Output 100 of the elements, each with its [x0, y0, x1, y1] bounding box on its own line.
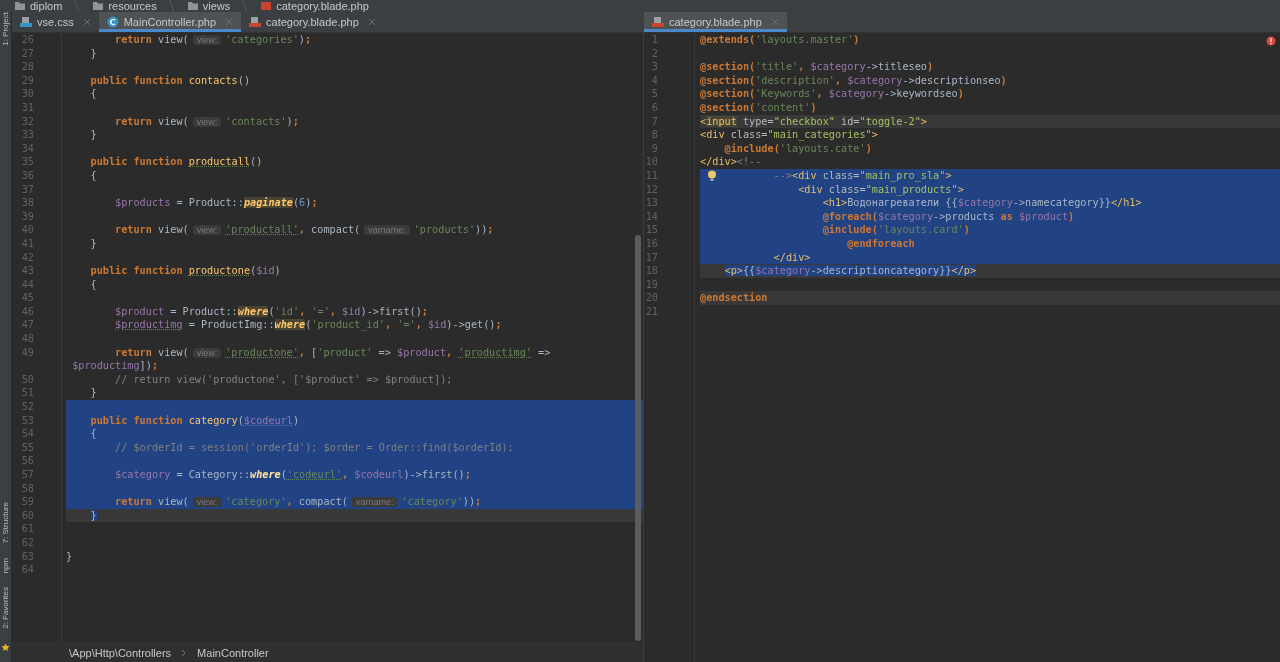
line-number: 12: [644, 182, 658, 197]
breadcrumb-item[interactable]: MainController: [197, 646, 269, 659]
file-icon: [260, 1, 273, 11]
code-line: public function productone($id): [90, 265, 281, 277]
line-number: 32: [20, 114, 34, 129]
code-line: @endsection: [700, 292, 768, 304]
code-line: <h1>Водонагреватели {{$category->namecategory}}</h1>: [822, 197, 1142, 209]
line-number: 28: [20, 60, 34, 74]
line-number: 53: [20, 413, 34, 428]
tool-window-tab[interactable]: npm: [1, 557, 10, 574]
line-number: 64: [20, 563, 34, 577]
code-line: $product = Product::where('id', '=', $id)->first();: [115, 305, 428, 317]
line-number: 3: [650, 60, 658, 74]
line-number: 40: [20, 223, 34, 237]
breadcrumb-item[interactable]: category.blade.php: [276, 0, 369, 12]
lightbulb-icon[interactable]: [707, 170, 717, 182]
line-number: 21: [644, 304, 658, 319]
code-line: @extends('layouts.master'): [700, 34, 860, 45]
line-number: 48: [20, 332, 34, 346]
code-line: public function category($codeurl): [90, 414, 300, 426]
code-line: @section('title', $category->titleseo): [700, 61, 934, 73]
breadcrumb-item[interactable]: resources: [108, 0, 157, 12]
line-number: 26: [20, 33, 34, 47]
code-line: }: [90, 129, 97, 141]
code-line: --><div class="main_pro_sla">: [773, 169, 952, 181]
separator-icon: [242, 0, 249, 12]
file-icon: [652, 16, 664, 28]
scrollbar[interactable]: [635, 235, 641, 641]
code-line: {: [90, 88, 97, 100]
editor-tab[interactable]: MainController.php: [98, 12, 242, 32]
breadcrumb-item[interactable]: diplom: [30, 0, 63, 12]
line-number: 43: [20, 264, 34, 278]
code-line: $category = Category::where('codeurl', $codeurl)->first();: [115, 469, 471, 480]
code-line: public function productall(): [90, 156, 263, 168]
separator-icon: [168, 0, 175, 12]
editor-tab[interactable]: vse.css: [12, 12, 99, 32]
close-icon[interactable]: [770, 18, 779, 26]
code-line: {: [90, 428, 97, 440]
code-line: </div>: [773, 251, 811, 263]
code-line: public function contacts(): [90, 74, 251, 86]
line-number: 58: [20, 481, 34, 496]
line-number: 18: [644, 264, 658, 278]
line-number: 50: [20, 372, 34, 387]
code-line: @section('description', $category->descriptionseo): [700, 74, 1007, 86]
line-number: 2: [650, 46, 658, 61]
code-line: // $orderId = session('orderId'); $order = Order::find($orderId);: [115, 441, 514, 453]
breadcrumb-item[interactable]: views: [202, 0, 231, 12]
close-icon[interactable]: [82, 18, 91, 26]
line-number: 52: [20, 400, 34, 414]
line-number: 35: [20, 155, 34, 169]
line-number: 13: [644, 196, 658, 210]
line-number: 44: [20, 277, 34, 292]
code-line: </div><!--: [700, 156, 762, 168]
line-number: 49: [20, 345, 34, 360]
line-number: 4: [650, 73, 658, 88]
editor-tab[interactable]: category.blade.php: [644, 12, 787, 32]
code-line: }: [90, 47, 97, 59]
line-number: 19: [644, 277, 658, 292]
class-icon: [106, 16, 119, 28]
tool-window-tab[interactable]: 7: Structure: [1, 502, 10, 544]
line-number: 34: [20, 141, 34, 156]
code-line: $productimg = ProductImg::where('product_id', '=', $id)->get();: [115, 319, 502, 331]
chevron-icon: [181, 648, 188, 657]
line-number: 36: [20, 168, 34, 183]
code-line: @include('layouts.cate'): [724, 142, 872, 154]
code-line: return view( view: 'productone', ['product' => $product, 'productimg' =>: [115, 346, 551, 358]
line-number: 31: [20, 100, 34, 115]
code-line: // return view('productone', ['$product' => $product]);: [115, 373, 453, 385]
line-number: 6: [650, 100, 658, 115]
line-number: 5: [650, 87, 658, 101]
code-line: $productimg]);: [72, 360, 159, 372]
line-number: 55: [20, 440, 34, 455]
line-number: 61: [20, 522, 34, 536]
separator-icon: [74, 0, 81, 12]
code-line: {: [90, 169, 97, 181]
line-number: 51: [20, 386, 34, 401]
tool-window-tab[interactable]: 1: Project: [1, 12, 10, 46]
line-number: 42: [20, 250, 34, 265]
code-line: <input type="checkbox" id="toggle-2">: [700, 115, 927, 127]
line-number: 57: [20, 468, 34, 482]
close-icon[interactable]: [225, 18, 234, 26]
code-line: @foreach($category->products as $product): [822, 210, 1075, 222]
line-number: 27: [20, 46, 34, 61]
close-icon[interactable]: [367, 18, 376, 26]
line-number: 14: [644, 209, 658, 224]
line-number: 20: [644, 291, 658, 305]
line-number: 9: [650, 141, 658, 156]
editor-tab[interactable]: category.blade.php: [241, 12, 384, 32]
tool-window-tab[interactable]: 2: Favorites: [1, 587, 10, 629]
line-number: 11: [644, 168, 658, 183]
line-number: 38: [20, 196, 34, 210]
code-line: @section('Keywords', $category->keywordseo): [700, 88, 964, 100]
line-number: 46: [20, 304, 34, 319]
code-line: }: [66, 550, 73, 562]
line-number: 47: [20, 318, 34, 333]
line-number: 62: [20, 535, 34, 550]
breadcrumb-item[interactable]: \App\Http\Controllers: [69, 646, 172, 659]
error-icon: [1266, 36, 1276, 46]
line-number: 29: [20, 73, 34, 88]
code-line: return view( view: 'categories');: [115, 34, 312, 45]
